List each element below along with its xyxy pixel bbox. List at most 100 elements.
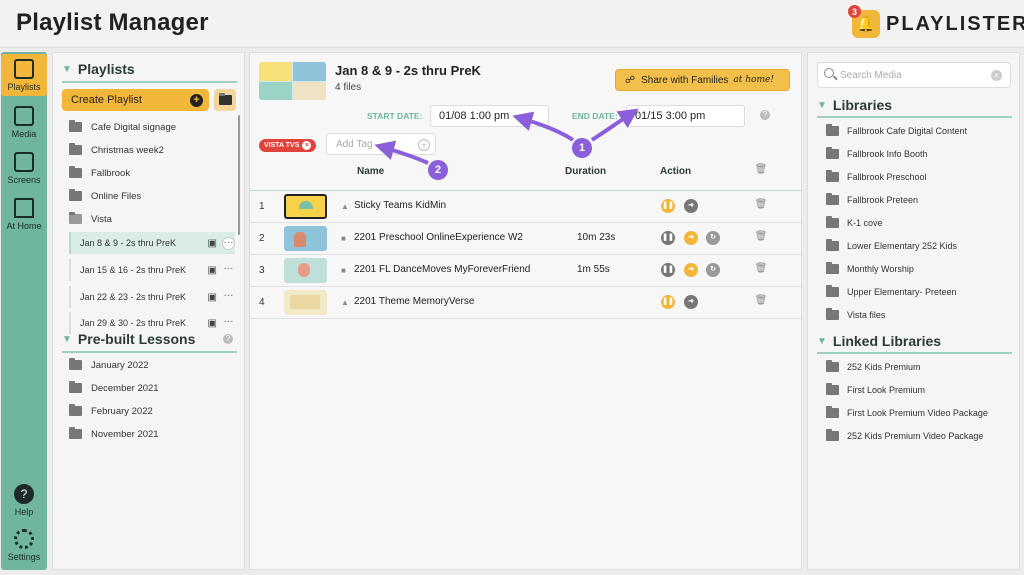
loop-icon[interactable]: ↻ xyxy=(706,263,720,277)
bell-icon[interactable]: 🔔 3 xyxy=(848,5,880,38)
new-folder-button[interactable] xyxy=(214,89,236,111)
loop-icon[interactable]: ↻ xyxy=(706,231,720,245)
create-playlist-button[interactable]: Create Playlist + xyxy=(62,89,209,111)
arrow-right-icon[interactable]: ➜ xyxy=(684,231,698,245)
help-icon[interactable]: ? xyxy=(223,334,233,344)
image-icon: ▲ xyxy=(341,202,349,211)
remove-tag-icon[interactable]: × xyxy=(302,141,312,150)
trash-icon[interactable]: 🗑 xyxy=(754,263,768,277)
more-icon[interactable]: ··· xyxy=(222,316,235,330)
trash-icon[interactable]: 🗑 xyxy=(754,231,768,245)
library-item[interactable]: Fallbrook Cafe Digital Content xyxy=(826,122,1016,140)
annotation-badge-1: 1 xyxy=(572,138,592,158)
search-icon xyxy=(824,68,834,78)
more-icon[interactable]: ··· xyxy=(222,236,235,250)
nav-media[interactable]: Media xyxy=(1,106,47,142)
playlist-folder[interactable]: Fallbrook xyxy=(69,163,239,183)
plus-icon: + xyxy=(190,93,203,107)
pause-icon[interactable]: ❚❚ xyxy=(661,231,675,245)
library-item[interactable]: Fallbrook Preteen xyxy=(826,191,1016,209)
prebuilt-folder[interactable]: November 2021 xyxy=(69,424,239,444)
plus-icon[interactable]: + xyxy=(418,139,430,151)
prebuilt-folder[interactable]: December 2021 xyxy=(69,378,239,398)
nav-settings[interactable]: Settings xyxy=(1,529,47,565)
arrow-right-icon[interactable]: ➜ xyxy=(684,263,698,277)
media-panel: Search Media × ▼ Libraries Fallbrook Caf… xyxy=(807,52,1020,570)
more-icon[interactable]: ··· xyxy=(222,263,235,277)
trash-icon[interactable]: 🗑 xyxy=(754,164,768,178)
pause-icon[interactable]: ❚❚ xyxy=(661,295,675,309)
playlist-folder[interactable]: Christmas week2 xyxy=(69,140,239,160)
folder-icon xyxy=(826,406,839,418)
table-row[interactable]: 1 ▲ Sticky Teams KidMin ❚❚ ➜ 🗑 xyxy=(250,191,801,223)
prebuilt-folder[interactable]: January 2022 xyxy=(69,355,239,375)
trash-icon[interactable]: 🗑 xyxy=(754,199,768,213)
library-item[interactable]: Monthly Worship xyxy=(826,260,1016,278)
clear-icon[interactable]: × xyxy=(991,70,1002,81)
calendar-icon[interactable]: ▣ xyxy=(208,238,217,249)
linked-library-item[interactable]: 252 Kids Premium Video Package xyxy=(826,427,1016,445)
playlist-folder-vista[interactable]: Vista xyxy=(69,209,239,229)
app-title: Playlist Manager xyxy=(16,9,209,36)
playlists-panel: ▼ Playlists Create Playlist + Cafe Digit… xyxy=(52,52,245,570)
library-item[interactable]: Fallbrook Preschool xyxy=(826,168,1016,186)
folder-icon xyxy=(826,308,839,320)
nav-playlists[interactable]: Playlists xyxy=(1,54,47,96)
arrow-right-icon[interactable]: ➜ xyxy=(684,199,698,213)
library-item[interactable]: K-1 cove xyxy=(826,214,1016,232)
scrollbar[interactable] xyxy=(238,115,240,235)
folder-icon xyxy=(826,383,839,395)
add-tag-input[interactable]: Add Tag + xyxy=(326,133,436,155)
folder-icon xyxy=(69,404,82,416)
folder-icon xyxy=(826,170,839,182)
calendar-icon[interactable]: ▣ xyxy=(208,318,217,329)
table-row[interactable]: 4 ▲ 2201 Theme MemoryVerse ❚❚ ➜ 🗑 xyxy=(250,287,801,319)
start-date-input[interactable]: 01/08 1:00 pm xyxy=(430,105,549,127)
trash-icon[interactable]: 🗑 xyxy=(754,295,768,309)
tag-chip[interactable]: VISTA TVS × xyxy=(259,139,317,152)
library-item[interactable]: Vista files xyxy=(826,306,1016,324)
share-icon: ☍ xyxy=(625,74,636,86)
more-icon[interactable]: ··· xyxy=(222,290,235,304)
prebuilt-heading[interactable]: ▼ Pre-built Lessons xyxy=(62,331,195,347)
playlist-editor: Jan 8 & 9 - 2s thru PreK 4 files ☍ Share… xyxy=(249,52,802,570)
linked-library-item[interactable]: First Look Premium Video Package xyxy=(826,404,1016,422)
library-item[interactable]: Lower Elementary 252 Kids xyxy=(826,237,1016,255)
share-families-button[interactable]: ☍ Share with Families at home! xyxy=(615,69,790,91)
playlist-thumbnail xyxy=(259,62,326,100)
linked-library-item[interactable]: 252 Kids Premium xyxy=(826,358,1016,376)
linked-libraries-heading[interactable]: ▼ Linked Libraries xyxy=(817,333,941,349)
table-row[interactable]: 2 ■ 2201 Preschool OnlineExperience W2 1… xyxy=(250,223,801,255)
playlists-heading[interactable]: ▼ Playlists xyxy=(62,61,135,77)
pause-icon[interactable]: ❚❚ xyxy=(661,199,675,213)
arrow-right-icon[interactable]: ➜ xyxy=(684,295,698,309)
library-item[interactable]: Upper Elementary- Preteen xyxy=(826,283,1016,301)
playlist-folder[interactable]: Online Files xyxy=(69,186,239,206)
folder-icon xyxy=(69,427,82,439)
calendar-icon[interactable]: ▣ xyxy=(208,292,217,303)
linked-library-item[interactable]: First Look Premium xyxy=(826,381,1016,399)
home-icon xyxy=(14,198,34,218)
calendar-icon[interactable]: ▣ xyxy=(208,265,217,276)
nav-help[interactable]: ? Help xyxy=(1,484,47,520)
gear-icon xyxy=(14,529,34,549)
end-date-input[interactable]: 01/15 3:00 pm xyxy=(626,105,745,127)
playlist-item[interactable]: Jan 15 & 16 - 2s thru PreK ▣ ··· xyxy=(69,259,235,281)
table-row[interactable]: 3 ■ 2201 FL DanceMoves MyForeverFriend 1… xyxy=(250,255,801,287)
top-bar: Playlist Manager 🔔 3 PLAYLISTER xyxy=(0,0,1024,48)
playlist-folder[interactable]: Cafe Digital signage xyxy=(69,117,239,137)
playlist-item-selected[interactable]: Jan 8 & 9 - 2s thru PreK ▣ ··· xyxy=(69,232,235,254)
nav-at-home[interactable]: At Home xyxy=(1,198,47,234)
pause-icon[interactable]: ❚❚ xyxy=(661,263,675,277)
help-icon: ? xyxy=(14,484,34,504)
prebuilt-folder[interactable]: February 2022 xyxy=(69,401,239,421)
chevron-down-icon: ▼ xyxy=(817,99,827,111)
libraries-heading[interactable]: ▼ Libraries xyxy=(817,97,892,113)
help-icon[interactable]: ? xyxy=(760,110,770,120)
playlist-title: Jan 8 & 9 - 2s thru PreK xyxy=(335,63,481,78)
end-date-label: END DATE: xyxy=(572,111,618,121)
library-item[interactable]: Fallbrook Info Booth xyxy=(826,145,1016,163)
nav-screens[interactable]: Screens xyxy=(1,152,47,188)
playlist-item[interactable]: Jan 22 & 23 - 2s thru PreK ▣ ··· xyxy=(69,286,235,308)
search-input[interactable]: Search Media × xyxy=(817,62,1011,88)
